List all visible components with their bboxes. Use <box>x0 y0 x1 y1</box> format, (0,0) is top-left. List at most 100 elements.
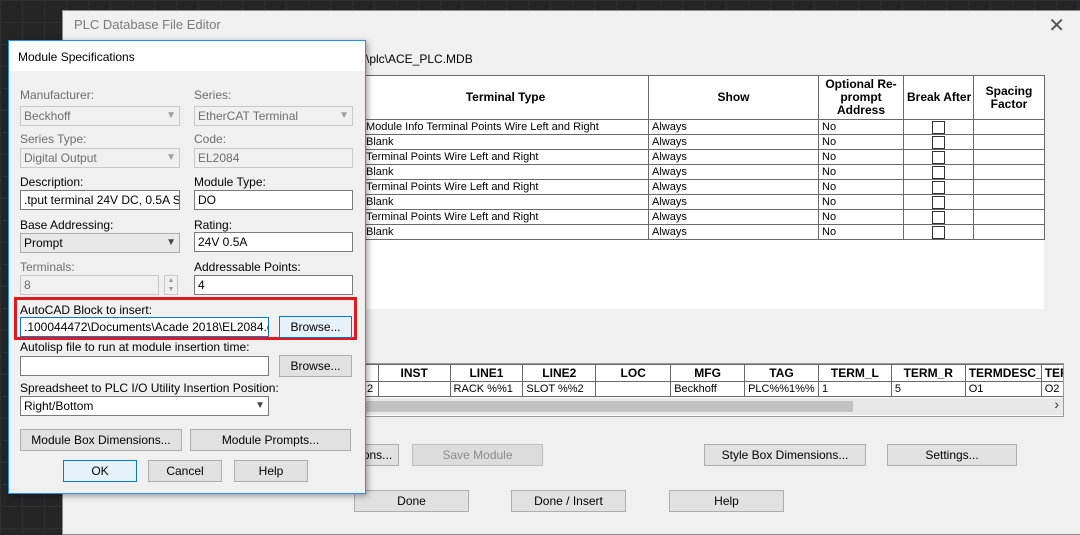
cell-spacing[interactable] <box>973 224 1045 240</box>
cell-reprompt[interactable]: No <box>818 164 904 180</box>
cell-termdesc-2[interactable]: O2 <box>1040 381 1063 397</box>
table-row[interactable]: Terminal Points Wire Left and Right Alwa… <box>362 209 1045 225</box>
cell-terminal-type[interactable]: Module Info Terminal Points Wire Left an… <box>362 119 649 135</box>
cell-terminal-type[interactable]: Blank <box>362 164 649 180</box>
header-loc[interactable]: LOC <box>595 364 672 382</box>
header-line2[interactable]: LINE2 <box>522 364 597 382</box>
header-show[interactable]: Show <box>648 75 819 120</box>
cell-reprompt[interactable]: No <box>818 179 904 195</box>
cell-line2[interactable]: SLOT %%2 <box>522 381 597 397</box>
checkbox-icon[interactable] <box>932 120 945 134</box>
browse-block-button[interactable]: Browse... <box>279 316 352 338</box>
header-reprompt[interactable]: Optional Re-prompt Address <box>818 75 904 120</box>
settings-button[interactable]: Settings... <box>887 444 1017 466</box>
cell-reprompt[interactable]: No <box>818 194 904 210</box>
cell-break-after[interactable] <box>903 134 974 150</box>
checkbox-icon[interactable] <box>932 210 945 224</box>
table-row[interactable]: Blank Always No <box>362 134 1045 150</box>
series-type-combo[interactable]: Digital Output ▼ <box>20 148 180 168</box>
cell-terminal-type[interactable]: Terminal Points Wire Left and Right <box>362 209 649 225</box>
cell-reprompt[interactable]: No <box>818 134 904 150</box>
cell-spacing[interactable] <box>973 119 1045 135</box>
scrollbar-thumb[interactable] <box>365 401 853 412</box>
help-button[interactable]: Help <box>669 490 784 512</box>
cell-reprompt[interactable]: No <box>818 209 904 225</box>
cell-show[interactable]: Always <box>648 194 819 210</box>
spinner-arrows-icon[interactable]: ▲ ▼ <box>164 275 178 295</box>
cell-show[interactable]: Always <box>648 164 819 180</box>
dialog-titlebar[interactable]: Module Specifications <box>9 41 365 71</box>
done-insert-button[interactable]: Done / Insert <box>511 490 626 512</box>
cell-inst[interactable] <box>377 381 451 397</box>
cell-terminal-type[interactable]: Blank <box>362 194 649 210</box>
rating-field[interactable]: 24V 0.5A <box>194 232 353 252</box>
base-addressing-combo[interactable]: Prompt ▼ <box>20 233 180 253</box>
cell-line1[interactable]: RACK %%1 <box>449 381 524 397</box>
code-field[interactable]: EL2084 <box>194 148 353 168</box>
done-button[interactable]: Done <box>354 490 469 512</box>
table-row[interactable]: Blank Always No <box>362 224 1045 240</box>
terminals-field[interactable]: 8 <box>20 275 159 295</box>
cell-spacing[interactable] <box>973 134 1045 150</box>
cell-show[interactable]: Always <box>648 179 819 195</box>
cell-spacing[interactable] <box>973 179 1045 195</box>
header-spacing-factor[interactable]: Spacing Factor <box>973 75 1045 120</box>
cell-show[interactable]: Always <box>648 224 819 240</box>
cell-break-after[interactable] <box>903 209 974 225</box>
cell-terminal-type[interactable]: Blank <box>362 134 649 150</box>
header-line1[interactable]: LINE1 <box>449 364 524 382</box>
manufacturer-combo[interactable]: Beckhoff ▼ <box>20 106 180 126</box>
cell-loc[interactable] <box>595 381 672 397</box>
cell-tag[interactable]: PLC%%1%% <box>744 381 819 397</box>
cell-terminal-type[interactable]: Terminal Points Wire Left and Right <box>362 179 649 195</box>
scroll-right-icon[interactable]: › <box>1054 396 1059 412</box>
module-box-dimensions-button[interactable]: Module Box Dimensions... <box>20 429 182 451</box>
cell-spacing[interactable] <box>973 149 1045 165</box>
header-termdesc-2[interactable]: TERMDES <box>1040 364 1063 382</box>
table-row[interactable]: Module Info Terminal Points Wire Left an… <box>362 119 1045 135</box>
table-row[interactable]: Terminal Points Wire Left and Right Alwa… <box>362 179 1045 195</box>
cell-show[interactable]: Always <box>648 149 819 165</box>
header-mfg[interactable]: MFG <box>670 364 746 382</box>
checkbox-icon[interactable] <box>932 135 945 149</box>
autolisp-field[interactable] <box>20 356 269 376</box>
cancel-button[interactable]: Cancel <box>148 460 222 482</box>
table-row[interactable]: Terminal Points Wire Left and Right Alwa… <box>362 149 1045 165</box>
autocad-block-field[interactable]: .100044472\Documents\Acade 2018\EL2084.d… <box>20 317 269 337</box>
cell-spacing[interactable] <box>973 209 1045 225</box>
cell-break-after[interactable] <box>903 194 974 210</box>
header-tag[interactable]: TAG <box>744 364 819 382</box>
cell-show[interactable]: Always <box>648 209 819 225</box>
cell-reprompt[interactable]: No <box>818 224 904 240</box>
cell-spacing[interactable] <box>973 194 1045 210</box>
cell-break-after[interactable] <box>903 119 974 135</box>
dialog-help-button[interactable]: Help <box>234 460 308 482</box>
cell-show[interactable]: Always <box>648 134 819 150</box>
cell-break-after[interactable] <box>903 164 974 180</box>
spreadsheet-position-combo[interactable]: Right/Bottom ▼ <box>20 396 269 416</box>
cell-term-r[interactable]: 5 <box>890 381 966 397</box>
save-module-button[interactable]: Save Module <box>412 444 543 466</box>
addressable-points-field[interactable]: 4 <box>194 275 353 295</box>
style-box-dimensions-button[interactable]: Style Box Dimensions... <box>704 444 866 466</box>
checkbox-icon[interactable] <box>932 180 945 194</box>
table-row[interactable]: Blank Always No <box>362 164 1045 180</box>
cell-reprompt[interactable]: No <box>818 149 904 165</box>
cell-terminal-type[interactable]: Terminal Points Wire Left and Right <box>362 149 649 165</box>
cell-break-after[interactable] <box>903 149 974 165</box>
cell-term-l[interactable]: 1 <box>817 381 892 397</box>
table-row[interactable]: 2 RACK %%1 SLOT %%2 Beckhoff PLC%%1%% 1 … <box>363 381 1063 397</box>
close-icon[interactable]: ✕ <box>1048 13 1065 38</box>
cell-termdesc-1[interactable]: O1 <box>964 381 1042 397</box>
checkbox-icon[interactable] <box>932 225 945 239</box>
cell-break-after[interactable] <box>903 179 974 195</box>
cell-terminal-type[interactable]: Blank <box>362 224 649 240</box>
description-field[interactable]: .tput terminal 24V DC, 0.5A Sink <box>20 190 180 210</box>
cell-spacing[interactable] <box>973 164 1045 180</box>
browse-autolisp-button[interactable]: Browse... <box>279 355 352 377</box>
checkbox-icon[interactable] <box>932 150 945 164</box>
ok-button[interactable]: OK <box>63 460 137 482</box>
cell-reprompt[interactable]: No <box>818 119 904 135</box>
checkbox-icon[interactable] <box>932 195 945 209</box>
cell-mfg[interactable]: Beckhoff <box>670 381 746 397</box>
